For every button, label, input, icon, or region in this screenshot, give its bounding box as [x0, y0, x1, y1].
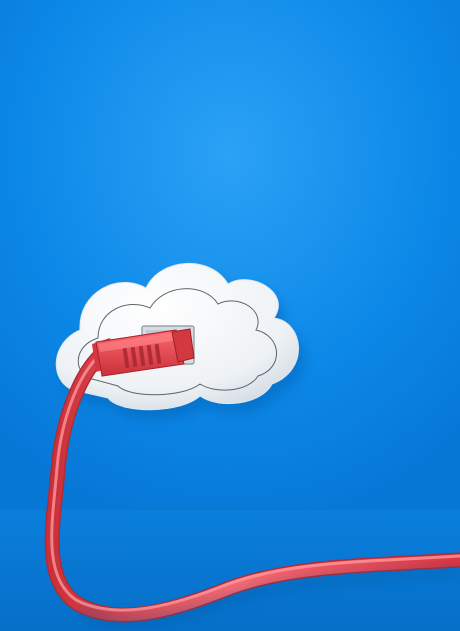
- scene-illustration: [0, 0, 460, 631]
- photo-scene: [0, 0, 460, 631]
